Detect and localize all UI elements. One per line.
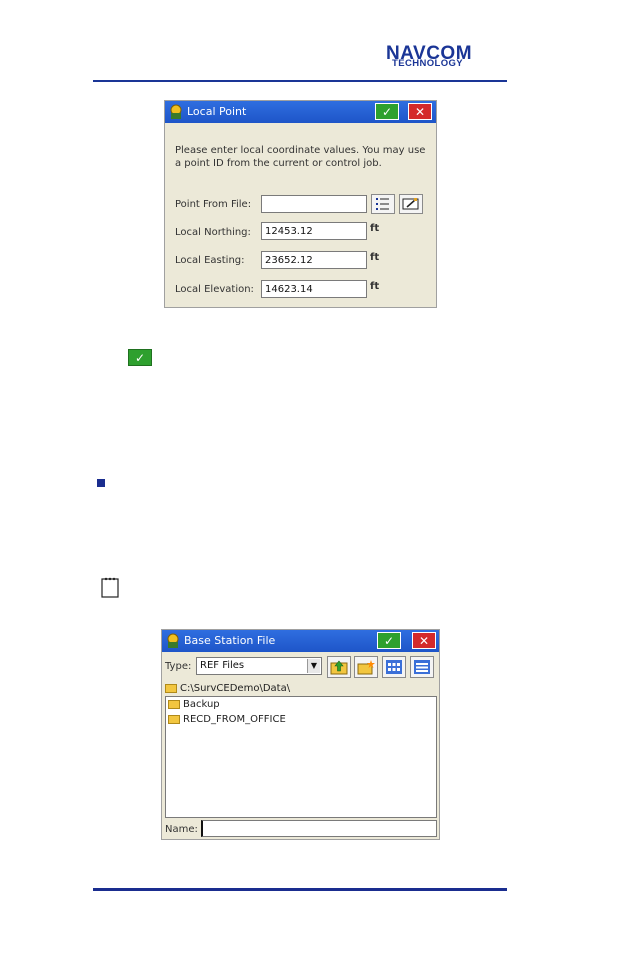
base-station-file-dialog: Base Station File ✓ ✕ Type: REF Files ▼ bbox=[161, 629, 440, 840]
dialog-titlebar: Base Station File ✓ ✕ bbox=[162, 630, 439, 652]
footer-rule bbox=[93, 888, 507, 891]
close-button[interactable]: ✕ bbox=[408, 103, 432, 120]
folder-up-icon bbox=[330, 660, 348, 675]
dialog-titlebar: Local Point ✓ ✕ bbox=[165, 101, 436, 123]
folder-icon bbox=[168, 699, 180, 709]
elevation-unit: ft bbox=[370, 281, 380, 292]
dialog-title: Local Point bbox=[187, 105, 247, 118]
list-item-label: RECD_FROM_OFFICE bbox=[183, 714, 286, 725]
details-view-button[interactable] bbox=[410, 656, 434, 678]
header-rule bbox=[93, 80, 507, 82]
chevron-down-icon: ▼ bbox=[307, 659, 320, 673]
point-from-file-input[interactable] bbox=[261, 195, 367, 213]
point-from-file-label: Point From File: bbox=[175, 199, 252, 210]
square-bullet-icon bbox=[97, 479, 105, 487]
list-item[interactable]: Backup bbox=[168, 699, 220, 710]
large-icons-view-button[interactable] bbox=[382, 656, 406, 678]
new-folder-icon bbox=[357, 660, 375, 675]
local-easting-input[interactable]: 23652.12 bbox=[261, 251, 367, 269]
local-northing-label: Local Northing: bbox=[175, 227, 251, 238]
point-list-button[interactable] bbox=[371, 194, 395, 214]
notepad-icon bbox=[101, 577, 119, 598]
ok-check-icon: ✓ bbox=[128, 349, 152, 366]
name-label: Name: bbox=[165, 824, 198, 835]
instructions-text: Please enter local coordinate values. Yo… bbox=[175, 145, 426, 169]
folder-up-button[interactable] bbox=[327, 656, 351, 678]
type-select-value: REF Files bbox=[200, 660, 245, 671]
file-list[interactable]: Backup RECD_FROM_OFFICE bbox=[165, 696, 437, 818]
dialog-title: Base Station File bbox=[184, 634, 276, 647]
new-folder-button[interactable] bbox=[354, 656, 378, 678]
ok-button[interactable]: ✓ bbox=[375, 103, 399, 120]
local-elevation-input[interactable]: 14623.14 bbox=[261, 280, 367, 298]
close-icon: ✕ bbox=[418, 633, 430, 648]
local-elevation-label: Local Elevation: bbox=[175, 284, 254, 295]
edit-icon bbox=[402, 198, 419, 210]
current-path: C:\SurvCEDemo\Data\ bbox=[165, 683, 290, 694]
folder-icon bbox=[168, 714, 180, 724]
surveyor-icon bbox=[167, 633, 179, 648]
local-northing-input[interactable]: 12453.12 bbox=[261, 222, 367, 240]
type-select[interactable]: REF Files ▼ bbox=[196, 657, 322, 675]
easting-unit: ft bbox=[370, 252, 380, 263]
current-path-text: C:\SurvCEDemo\Data\ bbox=[180, 683, 291, 694]
large-icons-view-icon bbox=[386, 660, 402, 674]
northing-unit: ft bbox=[370, 223, 380, 234]
logo-technology: TECHNOLOGY bbox=[392, 58, 464, 69]
surveyor-icon bbox=[170, 104, 182, 119]
close-icon: ✕ bbox=[414, 104, 426, 119]
check-icon: ✓ bbox=[383, 633, 395, 648]
name-input[interactable] bbox=[201, 820, 437, 837]
folder-open-icon bbox=[165, 683, 177, 693]
local-point-dialog: Local Point ✓ ✕ Please enter local coord… bbox=[164, 100, 437, 308]
list-item[interactable]: RECD_FROM_OFFICE bbox=[168, 714, 286, 725]
point-edit-button[interactable] bbox=[399, 194, 423, 214]
check-icon: ✓ bbox=[381, 104, 393, 119]
local-easting-label: Local Easting: bbox=[175, 255, 245, 266]
type-label: Type: bbox=[165, 661, 192, 672]
details-view-icon bbox=[414, 660, 430, 674]
list-icon bbox=[376, 198, 389, 210]
list-item-label: Backup bbox=[183, 699, 220, 710]
close-button[interactable]: ✕ bbox=[412, 632, 436, 649]
ok-button[interactable]: ✓ bbox=[377, 632, 401, 649]
